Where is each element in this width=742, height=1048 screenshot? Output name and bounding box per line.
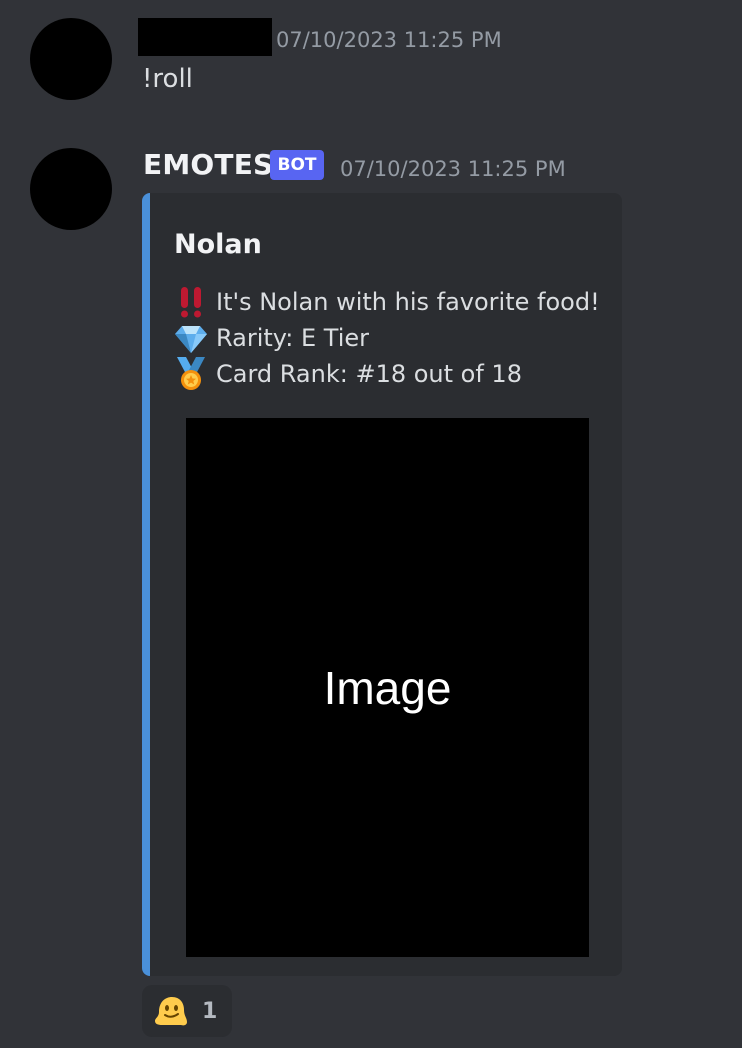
embed-line-rank: Card Rank: #18 out of 18 xyxy=(174,357,522,391)
melting-face-icon xyxy=(154,994,188,1028)
embed-line-text: It's Nolan with his favorite food! xyxy=(216,288,600,316)
embed-title: Nolan xyxy=(174,229,262,260)
double-exclamation-icon xyxy=(174,285,208,319)
redacted-username xyxy=(138,18,272,56)
bot-badge: BOT xyxy=(270,150,324,180)
embed-line-description: It's Nolan with his favorite food! xyxy=(174,285,600,319)
user-avatar[interactable] xyxy=(30,18,112,100)
message-timestamp: 07/10/2023 11:25 PM xyxy=(276,28,502,52)
card-embed: Nolan It's Nolan with his favorite food!… xyxy=(142,193,622,976)
embed-line-rarity: Rarity: E Tier xyxy=(174,321,369,355)
image-placeholder-label: Image xyxy=(323,661,452,714)
reaction-count: 1 xyxy=(202,998,218,1024)
bot-username[interactable]: EMOTES xyxy=(143,148,273,181)
embed-accent-bar xyxy=(142,193,150,976)
message-timestamp: 07/10/2023 11:25 PM xyxy=(340,157,566,181)
message-content: !roll xyxy=(142,64,193,94)
reaction-button[interactable]: 1 xyxy=(142,985,232,1037)
embed-line-text: Rarity: E Tier xyxy=(216,324,369,352)
gem-icon xyxy=(174,321,208,355)
medal-icon xyxy=(174,357,208,391)
bot-avatar[interactable] xyxy=(30,148,112,230)
embed-image[interactable]: Image xyxy=(186,418,589,957)
embed-line-text: Card Rank: #18 out of 18 xyxy=(216,360,522,388)
